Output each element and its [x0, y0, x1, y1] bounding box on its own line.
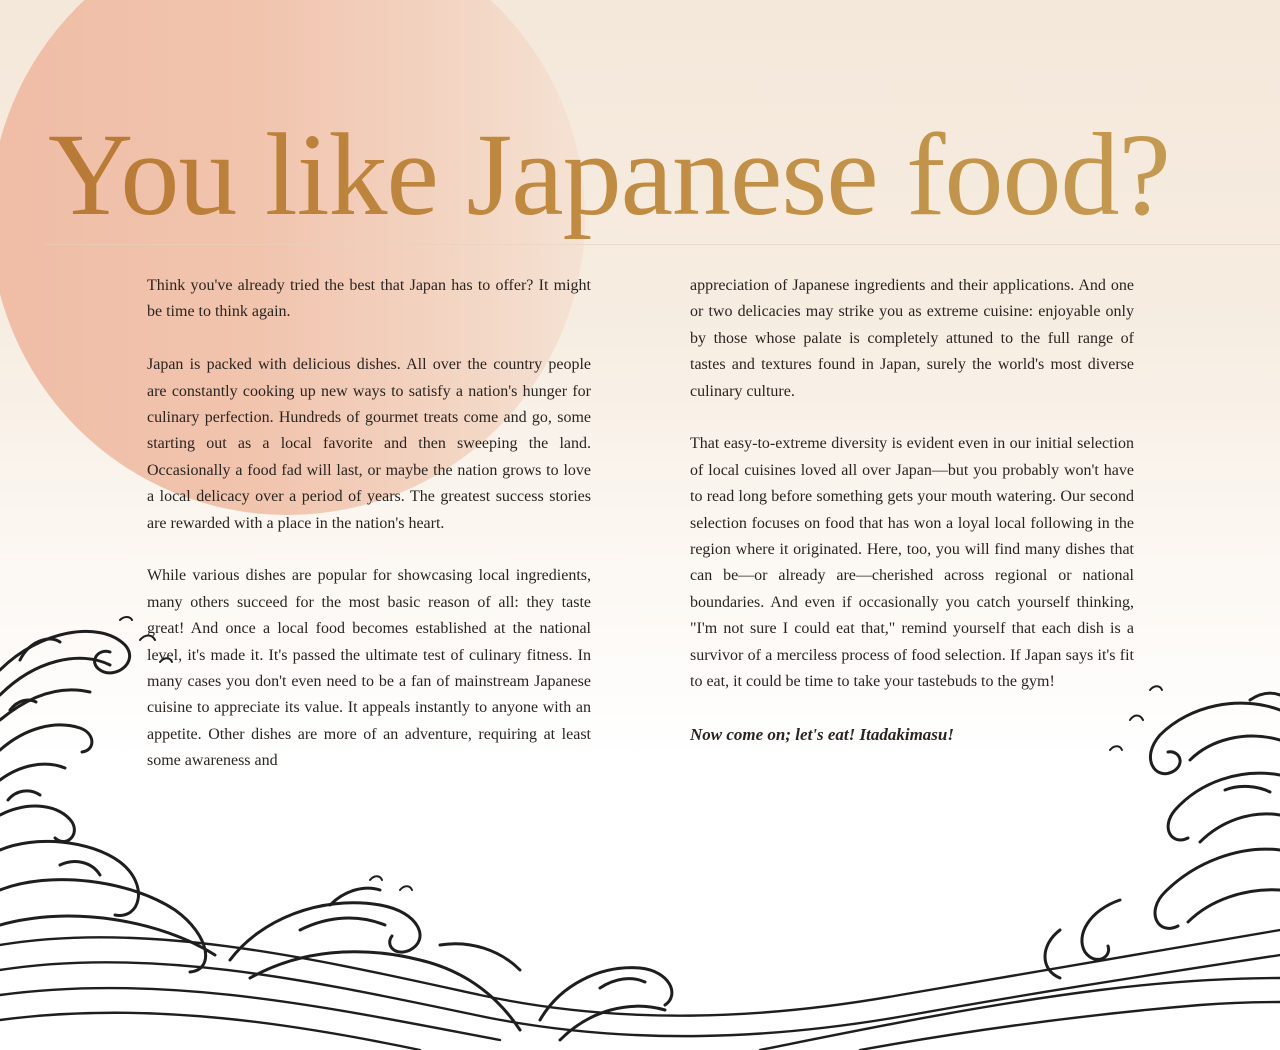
paragraph: That easy-to-extreme diversity is eviden… [690, 435, 1134, 691]
left-text-column: Think you've already tried the best that… [147, 273, 591, 801]
paragraph: While various dishes are popular for sho… [147, 567, 591, 770]
right-text-column: appreciation of Japanese ingredients and… [690, 273, 1134, 775]
closing-line: Now come on; let's eat! Itadakimasu! [690, 724, 954, 744]
paragraph: appreciation of Japanese ingredients and… [690, 277, 1134, 400]
page-title: You like Japanese food? [48, 100, 1171, 250]
page: You like Japanese food? Think you've alr… [0, 0, 1280, 1050]
paragraph: Japan is packed with delicious dishes. A… [147, 356, 591, 532]
paragraph: Think you've already tried the best that… [147, 277, 591, 321]
